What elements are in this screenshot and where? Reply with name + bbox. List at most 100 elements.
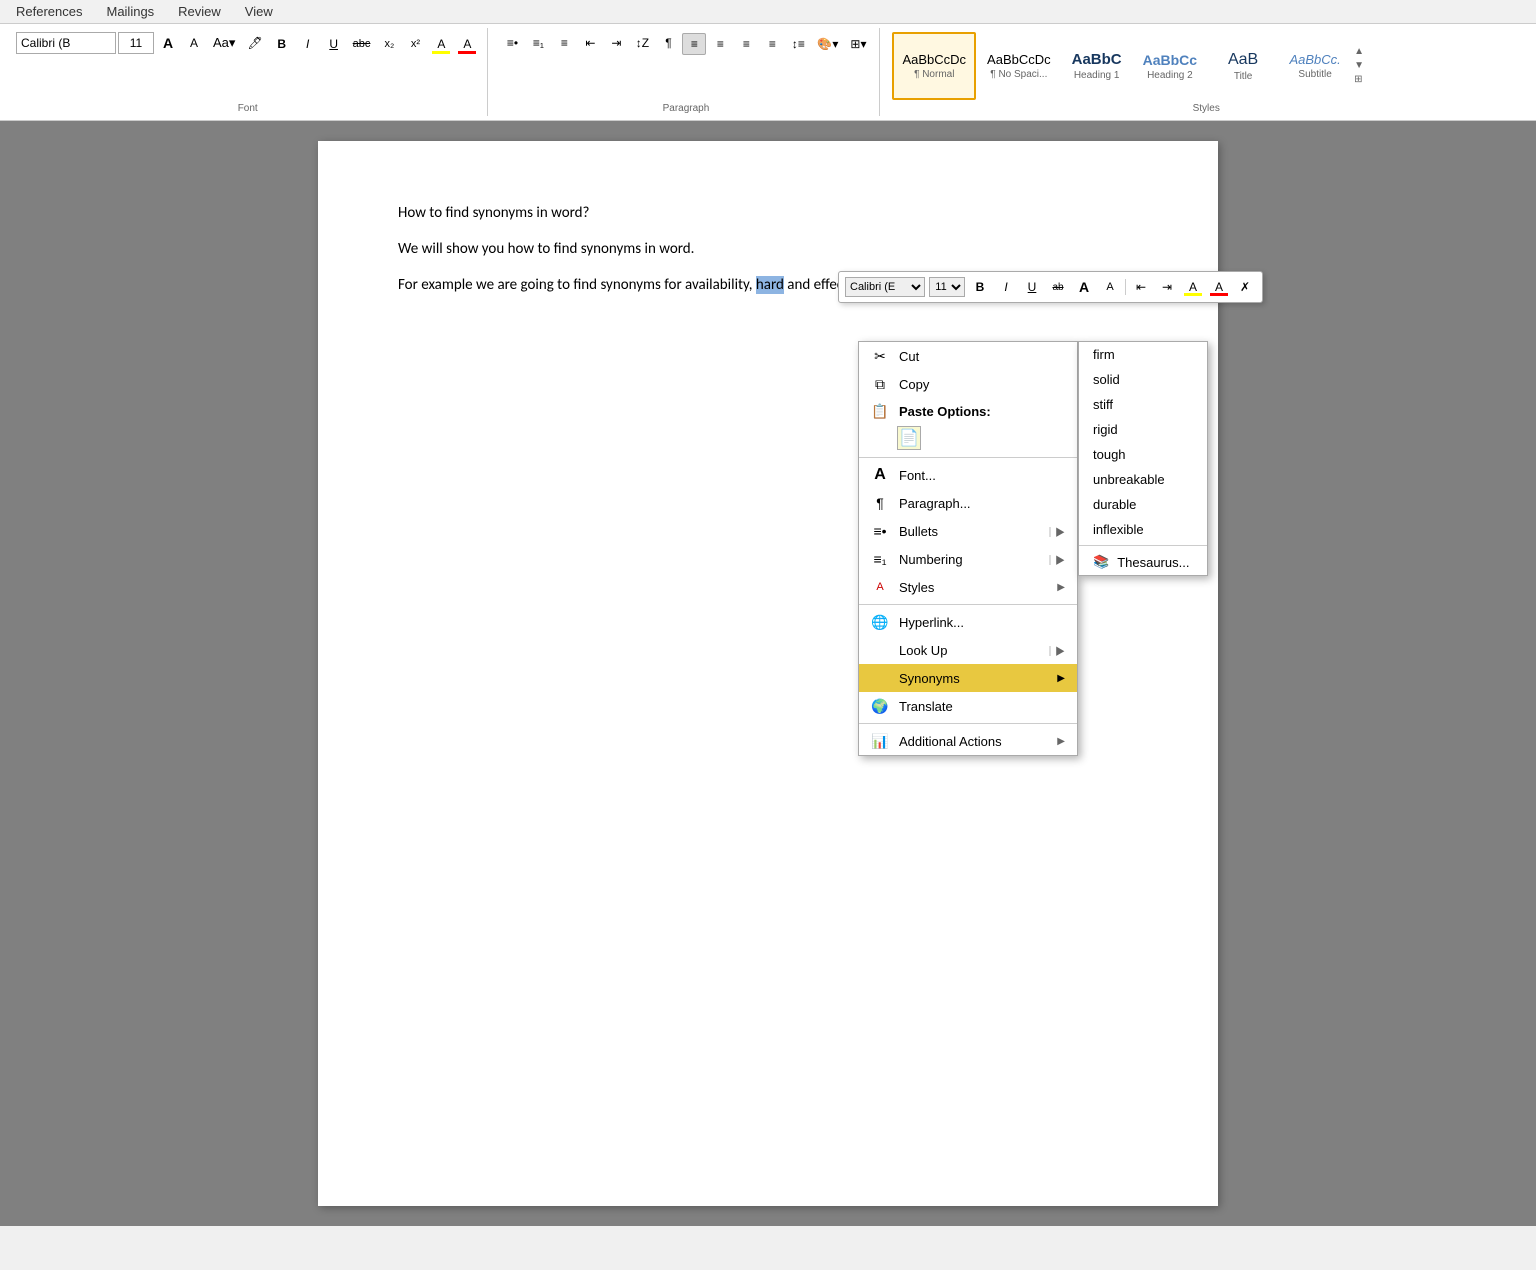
ctx-translate[interactable]: 🌍 Translate bbox=[859, 692, 1077, 720]
style-subtitle-preview: AaBbCc. bbox=[1289, 52, 1340, 67]
ctx-font[interactable]: A Font... bbox=[859, 461, 1077, 489]
shrink-font-btn[interactable]: A bbox=[182, 32, 206, 54]
styles-expand-arrow[interactable]: ⊞ bbox=[1354, 73, 1364, 87]
increase-indent-btn[interactable]: ⇥ bbox=[604, 32, 628, 54]
styles-icon: A bbox=[871, 578, 889, 596]
synonym-rigid[interactable]: rigid bbox=[1079, 417, 1207, 442]
ctx-numbering-label: Numbering bbox=[899, 552, 1035, 567]
shading-btn[interactable]: 🎨▾ bbox=[812, 33, 843, 55]
grow-font-btn[interactable]: A bbox=[156, 32, 180, 54]
synonym-solid[interactable]: solid bbox=[1079, 367, 1207, 392]
numbering-btn[interactable]: ≡₁ bbox=[526, 32, 550, 54]
line-spacing-btn[interactable]: ↕≡ bbox=[786, 33, 810, 55]
text-highlight-btn[interactable]: A bbox=[429, 33, 453, 55]
ctx-copy[interactable]: ⧉ Copy bbox=[859, 370, 1077, 398]
ribbon: References Mailings Review View A A Aa▾ … bbox=[0, 0, 1536, 121]
ctx-lookup[interactable]: Look Up ｜▶ bbox=[859, 636, 1077, 664]
mini-bold-btn[interactable]: B bbox=[969, 277, 991, 297]
mini-grow-btn[interactable]: A bbox=[1073, 276, 1095, 298]
mini-shrink-btn[interactable]: A bbox=[1099, 277, 1121, 297]
font-name-input[interactable] bbox=[16, 32, 116, 54]
mini-highlight-btn[interactable]: A bbox=[1182, 277, 1204, 297]
style-h1[interactable]: AaBbC Heading 1 bbox=[1062, 32, 1132, 100]
synonym-inflexible[interactable]: inflexible bbox=[1079, 517, 1207, 542]
strikethrough-btn[interactable]: abc bbox=[348, 33, 376, 55]
ctx-numbering[interactable]: ≡₁ Numbering ｜▶ bbox=[859, 545, 1077, 573]
font-group: A A Aa▾ 🖊 B I U abc x₂ x² A bbox=[8, 28, 488, 116]
tab-review[interactable]: Review bbox=[166, 0, 233, 23]
mini-underline-btn[interactable]: U bbox=[1021, 277, 1043, 297]
italic-btn[interactable]: I bbox=[296, 33, 320, 55]
align-left-btn[interactable]: ≡ bbox=[682, 33, 706, 55]
synonym-durable[interactable]: durable bbox=[1079, 492, 1207, 517]
format-painter-btn[interactable]: Aa▾ bbox=[208, 32, 240, 54]
multilevel-btn[interactable]: ≡ bbox=[552, 32, 576, 54]
bold-btn[interactable]: B bbox=[270, 33, 294, 55]
style-h2[interactable]: AaBbCc Heading 2 bbox=[1134, 32, 1206, 100]
style-normal-preview: AaBbCcDc bbox=[902, 52, 966, 67]
bullets-btn[interactable]: ≡• bbox=[500, 32, 524, 54]
mini-color-btn[interactable]: A bbox=[1208, 277, 1230, 297]
sub-separator bbox=[1079, 545, 1207, 546]
align-center-btn[interactable]: ≡ bbox=[708, 33, 732, 55]
synonym-tough[interactable]: tough bbox=[1079, 442, 1207, 467]
selected-word: hard bbox=[756, 276, 784, 294]
tab-references[interactable]: References bbox=[4, 0, 94, 23]
ctx-cut[interactable]: ✂ Cut bbox=[859, 342, 1077, 370]
styles-group-label: Styles bbox=[884, 103, 1528, 116]
hyperlink-icon: 🌐 bbox=[871, 613, 889, 631]
style-title[interactable]: AaB Title bbox=[1208, 32, 1278, 100]
clear-format-btn[interactable]: 🖊 bbox=[242, 32, 267, 54]
ctx-additional[interactable]: 📊 Additional Actions ▶ bbox=[859, 727, 1077, 755]
ribbon-content: A A Aa▾ 🖊 B I U abc x₂ x² A bbox=[0, 24, 1536, 120]
paste-clipboard-icon[interactable]: 📄 bbox=[897, 426, 921, 450]
style-subtitle[interactable]: AaBbCc. Subtitle bbox=[1280, 32, 1350, 100]
font-color-btn[interactable]: A bbox=[455, 33, 479, 55]
decrease-indent-btn[interactable]: ⇤ bbox=[578, 32, 602, 54]
styles-scroll[interactable]: ▲ ▼ ⊞ bbox=[1352, 41, 1366, 91]
tab-mailings[interactable]: Mailings bbox=[94, 0, 166, 23]
style-nospace-label: ¶ No Spaci... bbox=[990, 69, 1047, 80]
ctx-sep-2 bbox=[859, 604, 1077, 605]
ctx-translate-label: Translate bbox=[899, 699, 1065, 714]
ctx-synonyms[interactable]: Synonyms ▶ bbox=[859, 664, 1077, 692]
align-right-btn[interactable]: ≡ bbox=[734, 33, 758, 55]
mini-size-select[interactable]: 11 bbox=[929, 277, 965, 297]
superscript-btn[interactable]: x² bbox=[403, 33, 427, 55]
style-h2-preview: AaBbCc bbox=[1143, 52, 1197, 68]
mini-eraser-btn[interactable]: ✗ bbox=[1234, 277, 1256, 297]
subscript-btn[interactable]: x₂ bbox=[377, 33, 401, 55]
ctx-numbering-arrow: ｜▶ bbox=[1045, 552, 1065, 567]
show-marks-btn[interactable]: ¶ bbox=[656, 32, 680, 54]
borders-btn[interactable]: ⊞▾ bbox=[845, 33, 871, 55]
styles-down-arrow[interactable]: ▼ bbox=[1354, 59, 1364, 73]
mini-italic-btn[interactable]: I bbox=[995, 277, 1017, 297]
style-normal-label: ¶ Normal bbox=[914, 69, 954, 80]
underline-btn[interactable]: U bbox=[322, 33, 346, 55]
ctx-bullets[interactable]: ≡• Bullets ｜▶ bbox=[859, 517, 1077, 545]
mini-indent-btn[interactable]: ⇤ bbox=[1130, 277, 1152, 297]
mini-strike-btn[interactable]: ab bbox=[1047, 277, 1069, 297]
font-size-input[interactable] bbox=[118, 32, 154, 54]
style-nospace[interactable]: AaBbCcDc ¶ No Spaci... bbox=[978, 32, 1060, 100]
tab-view[interactable]: View bbox=[233, 0, 285, 23]
ctx-hyperlink[interactable]: 🌐 Hyperlink... bbox=[859, 608, 1077, 636]
mini-font-select[interactable]: Calibri (E bbox=[845, 277, 925, 297]
ctx-hyperlink-label: Hyperlink... bbox=[899, 615, 1065, 630]
synonym-unbreakable[interactable]: unbreakable bbox=[1079, 467, 1207, 492]
sort-btn[interactable]: ↕Z bbox=[630, 32, 654, 54]
justify-btn[interactable]: ≡ bbox=[760, 33, 784, 55]
styles-up-arrow[interactable]: ▲ bbox=[1354, 45, 1364, 59]
synonym-firm[interactable]: firm bbox=[1079, 342, 1207, 367]
thesaurus-item[interactable]: 📚 Thesaurus... bbox=[1079, 549, 1207, 575]
ctx-paragraph[interactable]: ¶ Paragraph... bbox=[859, 489, 1077, 517]
para3-before: For example we are going to find synonym… bbox=[398, 276, 753, 294]
mini-outdent-btn[interactable]: ⇥ bbox=[1156, 277, 1178, 297]
document-page[interactable]: How to find synonyms in word? We will sh… bbox=[318, 141, 1218, 1206]
ctx-styles[interactable]: A Styles ▶ bbox=[859, 573, 1077, 601]
style-nospace-preview: AaBbCcDc bbox=[987, 52, 1051, 67]
document-area: How to find synonyms in word? We will sh… bbox=[0, 121, 1536, 1226]
synonym-stiff[interactable]: stiff bbox=[1079, 392, 1207, 417]
context-menu: ✂ Cut ⧉ Copy 📋 Paste Options: 📄 A Font..… bbox=[858, 341, 1078, 756]
style-normal[interactable]: AaBbCcDc ¶ Normal bbox=[892, 32, 976, 100]
